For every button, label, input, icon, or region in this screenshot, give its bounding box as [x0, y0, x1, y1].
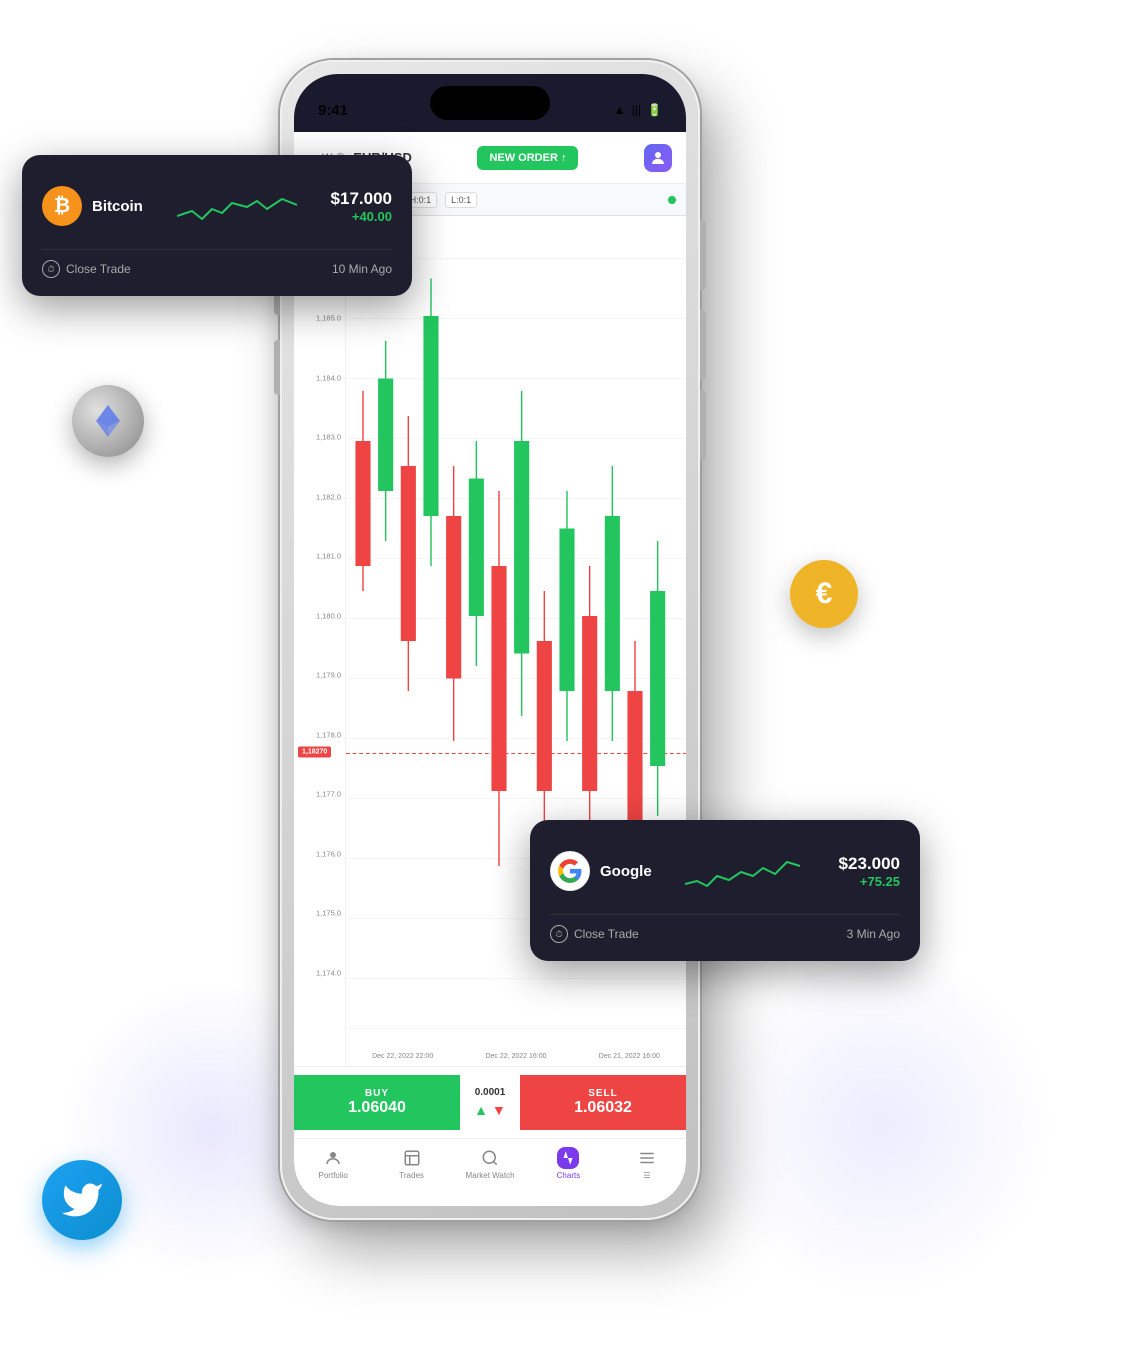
google-price-section: $23.000 +75.25: [839, 854, 900, 889]
bitcoin-close-label: Close Trade: [66, 262, 131, 276]
price-axis: 1,187.0 1,185.0 1,184.0 1,183.0 1,182.0 …: [294, 216, 346, 1066]
bitcoin-change: +40.00: [331, 209, 392, 224]
price-level-7: 1,180.0: [316, 611, 341, 620]
google-price: $23.000: [839, 854, 900, 874]
menu-icon: [636, 1147, 658, 1169]
nav-trades[interactable]: Trades: [372, 1147, 450, 1180]
portfolio-icon: [322, 1147, 344, 1169]
nav-portfolio[interactable]: Portfolio: [294, 1147, 372, 1180]
google-clock-icon: ⏱: [550, 925, 568, 943]
nav-menu[interactable]: ☰: [608, 1147, 686, 1180]
time-label-2: Dec 22, 2022 16:00: [459, 1053, 572, 1060]
bitcoin-price-section: $17.000 +40.00: [331, 189, 392, 224]
wifi-icon: ▲: [614, 103, 626, 117]
bitcoin-mini-chart: [177, 181, 297, 231]
buy-price: 1.06040: [348, 1099, 406, 1117]
price-level-11: 1,176.0: [316, 849, 341, 858]
time-label-3: Dec 21, 2022 16:00: [573, 1053, 686, 1060]
bitcoin-name: Bitcoin: [92, 198, 143, 215]
connection-indicator: [668, 196, 676, 204]
current-price-badge: 1,18270: [298, 746, 331, 757]
price-level-3: 1,184.0: [316, 373, 341, 382]
price-level-2: 1,185.0: [316, 314, 341, 323]
bitcoin-card: ₿ Bitcoin $17.000 +40.00 ⏱ Close Trade 1…: [22, 155, 412, 296]
signal-icon: |||: [632, 103, 641, 117]
google-coin-info: Google: [550, 851, 652, 891]
bitcoin-price: $17.000: [331, 189, 392, 209]
sell-price: 1.06032: [574, 1099, 632, 1117]
nav-trades-label: Trades: [399, 1171, 424, 1180]
charts-icon: [557, 1147, 579, 1169]
market-watch-icon: [479, 1147, 501, 1169]
bottom-nav: Portfolio Trades Market Watch: [294, 1138, 686, 1206]
google-icon: [550, 851, 590, 891]
ethereum-coin: [72, 385, 144, 457]
bitcoin-time-ago: 10 Min Ago: [332, 262, 392, 276]
price-level-5: 1,182.0: [316, 492, 341, 501]
toolbar-l[interactable]: L:0:1: [445, 192, 477, 208]
time-label-row: Dec 22, 2022 22:00 Dec 22, 2022 16:00 De…: [346, 1046, 686, 1066]
trading-bar: BUY 1.06040 0.0001 ▲ ▼ SELL 1.06032: [294, 1066, 686, 1138]
price-level-8: 1,179.0: [316, 671, 341, 680]
bitcoin-close-trade[interactable]: ⏱ Close Trade: [42, 260, 131, 278]
google-name: Google: [600, 863, 652, 880]
status-icons: ▲ ||| 🔋: [614, 103, 662, 117]
twitter-coin: [42, 1160, 122, 1240]
nav-menu-label: ☰: [643, 1171, 650, 1180]
sell-section[interactable]: SELL 1.06032: [520, 1075, 686, 1130]
price-level-13: 1,174.0: [316, 968, 341, 977]
trades-icon: [401, 1147, 423, 1169]
nav-portfolio-label: Portfolio: [319, 1171, 348, 1180]
time-label-1: Dec 22, 2022 22:00: [346, 1053, 459, 1060]
new-order-button[interactable]: NEW ORDER ↑: [477, 146, 578, 170]
euro-symbol: €: [816, 577, 833, 611]
google-close-label: Close Trade: [574, 927, 639, 941]
battery-icon: 🔋: [647, 103, 662, 117]
bitcoin-icon: ₿: [42, 186, 82, 226]
dynamic-island: [430, 86, 550, 120]
arrow-up-icon: ▲: [474, 1102, 488, 1118]
nav-market-watch-label: Market Watch: [465, 1171, 514, 1180]
avatar: [644, 144, 672, 172]
google-time-ago: 3 Min Ago: [847, 927, 900, 941]
price-level-9: 1,178.0: [316, 730, 341, 739]
google-close-trade[interactable]: ⏱ Close Trade: [550, 925, 639, 943]
background-glow-right: [706, 950, 1056, 1300]
buy-section[interactable]: BUY 1.06040: [294, 1075, 460, 1130]
price-level-6: 1,181.0: [316, 552, 341, 561]
spread-value: 0.0001: [475, 1087, 506, 1098]
nav-charts[interactable]: Charts: [529, 1147, 607, 1180]
sell-label: SELL: [588, 1088, 618, 1099]
bitcoin-coin-info: ₿ Bitcoin: [42, 186, 143, 226]
spread-arrows: ▲ ▼: [474, 1102, 506, 1118]
buy-label: BUY: [365, 1088, 389, 1099]
price-level-4: 1,183.0: [316, 433, 341, 442]
spread-center: 0.0001 ▲ ▼: [460, 1075, 520, 1130]
clock-icon: ⏱: [42, 260, 60, 278]
nav-market-watch[interactable]: Market Watch: [451, 1147, 529, 1180]
google-card: Google $23.000 +75.25 ⏱ Close Trade 3 Mi…: [530, 820, 920, 961]
nav-charts-label: Charts: [557, 1171, 581, 1180]
euro-coin: €: [790, 560, 858, 628]
status-time: 9:41: [318, 102, 348, 119]
google-mini-chart: [685, 846, 805, 896]
price-level-10: 1,177.0: [316, 790, 341, 799]
arrow-down-icon: ▼: [492, 1102, 506, 1118]
google-change: +75.25: [839, 874, 900, 889]
price-level-12: 1,175.0: [316, 909, 341, 918]
